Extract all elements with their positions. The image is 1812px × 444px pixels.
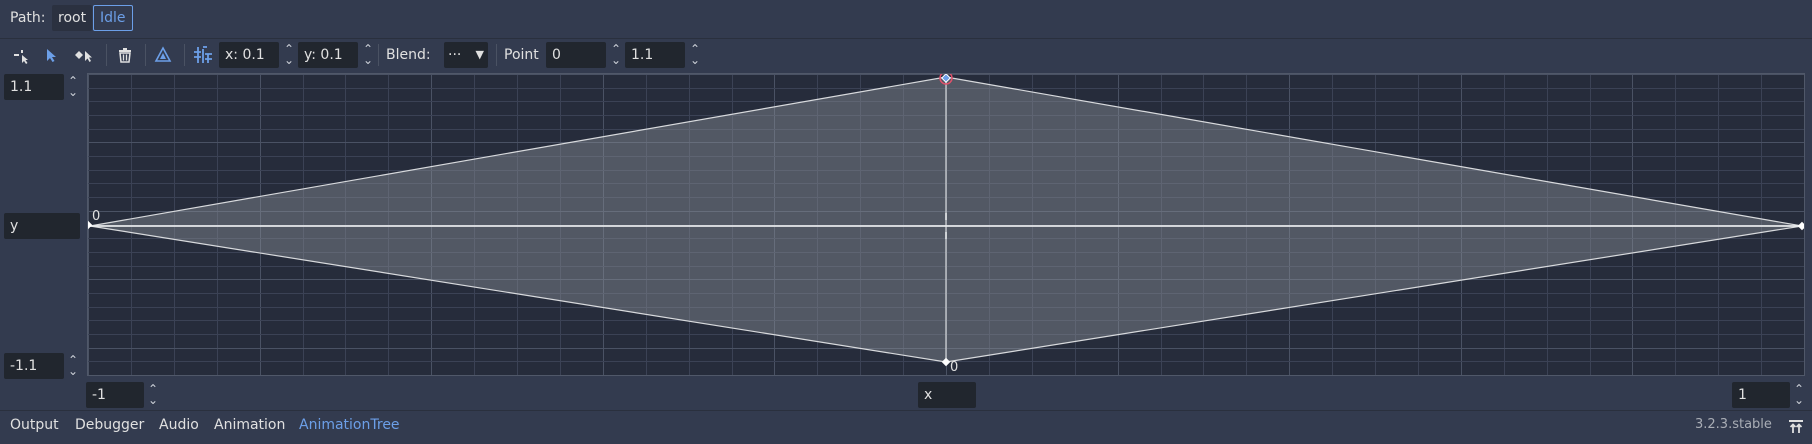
expand-panel-icon[interactable] bbox=[1786, 416, 1806, 436]
toolbar-separator bbox=[145, 44, 146, 66]
y-label-field[interactable]: y bbox=[4, 213, 80, 239]
tab-audio[interactable]: Audio bbox=[159, 412, 199, 438]
toolbar-separator bbox=[378, 44, 379, 66]
snap-x-stepper[interactable]: ⌃ ⌄ bbox=[282, 43, 296, 66]
divider bbox=[0, 38, 1812, 39]
max-y-field[interactable]: 1.1 bbox=[4, 74, 64, 100]
path-crumb-idle[interactable]: Idle bbox=[93, 5, 133, 31]
tab-animationtree[interactable]: AnimationTree bbox=[299, 412, 400, 438]
select-tool-icon[interactable] bbox=[38, 42, 64, 68]
blend-point-right[interactable] bbox=[1797, 221, 1804, 231]
point-label-bottom: 0 bbox=[950, 360, 958, 375]
create-point-tool-icon[interactable] bbox=[8, 42, 34, 68]
min-x-stepper[interactable]: ⌃ ⌄ bbox=[146, 383, 160, 406]
blend-label: Blend: bbox=[386, 47, 431, 63]
snap-grid-icon[interactable] bbox=[190, 42, 216, 68]
point-y-field[interactable]: 1.1 bbox=[625, 42, 685, 68]
snap-y-field[interactable]: y: 0.1 bbox=[298, 42, 358, 68]
blend-mode-select[interactable]: ··· ▼ bbox=[444, 42, 488, 68]
delete-icon[interactable] bbox=[112, 42, 138, 68]
tab-debugger[interactable]: Debugger bbox=[75, 412, 144, 438]
max-x-stepper[interactable]: ⌃ ⌄ bbox=[1792, 383, 1806, 406]
snap-x-field[interactable]: x: 0.1 bbox=[219, 42, 279, 68]
blend-mode-value: ··· bbox=[448, 47, 462, 63]
blend-space-canvas[interactable]: 0 0 bbox=[87, 73, 1805, 376]
toolbar-separator bbox=[496, 44, 497, 66]
min-y-field[interactable]: -1.1 bbox=[4, 353, 64, 379]
point-label: Point bbox=[504, 47, 539, 63]
chevron-down-icon: ▼ bbox=[475, 48, 484, 61]
min-x-field[interactable]: -1 bbox=[86, 382, 144, 408]
toolbar-separator bbox=[184, 44, 185, 66]
toolbar-separator bbox=[106, 44, 107, 66]
max-y-stepper[interactable]: ⌃ ⌄ bbox=[66, 75, 80, 98]
x-label-field[interactable]: x bbox=[918, 382, 976, 408]
min-y-stepper[interactable]: ⌃ ⌄ bbox=[66, 354, 80, 377]
create-triangle-tool-icon[interactable] bbox=[70, 42, 96, 68]
version-label: 3.2.3.stable bbox=[1695, 417, 1772, 432]
tab-output[interactable]: Output bbox=[10, 412, 59, 438]
point-x-field[interactable]: 0 bbox=[546, 42, 606, 68]
point-y-stepper[interactable]: ⌃ ⌄ bbox=[688, 43, 702, 66]
point-x-stepper[interactable]: ⌃ ⌄ bbox=[609, 43, 623, 66]
path-crumb-root[interactable]: root bbox=[52, 5, 93, 31]
path-label: Path: bbox=[10, 10, 46, 26]
tab-animation[interactable]: Animation bbox=[214, 412, 285, 438]
auto-triangles-icon[interactable] bbox=[150, 42, 176, 68]
max-x-field[interactable]: 1 bbox=[1732, 382, 1790, 408]
snap-y-stepper[interactable]: ⌃ ⌄ bbox=[361, 43, 375, 66]
point-label-left: 0 bbox=[92, 209, 100, 224]
